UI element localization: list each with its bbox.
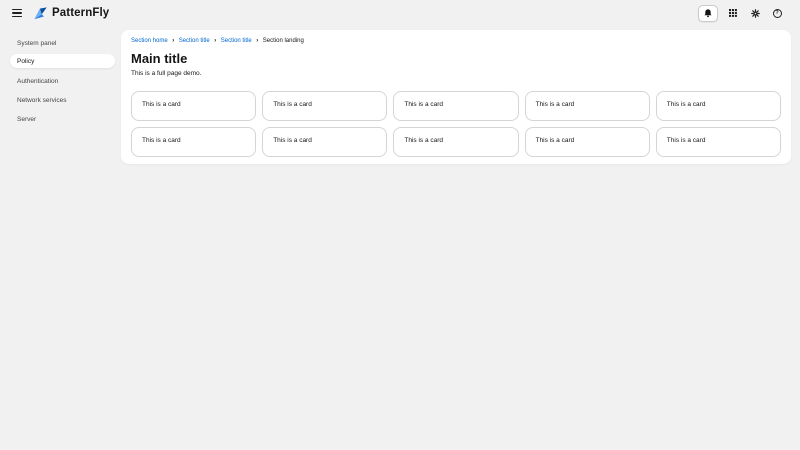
chevron-right-icon: ›: [172, 38, 175, 44]
sidebar-item-system-panel[interactable]: System panel: [0, 34, 121, 53]
gear-icon: [750, 8, 760, 18]
card[interactable]: This is a card: [393, 127, 519, 157]
breadcrumb-current-page: Section landing: [262, 38, 304, 44]
app-launcher-button[interactable]: [726, 6, 740, 20]
sidebar-nav: System panel Policy Authentication Netwo…: [0, 26, 121, 450]
sidebar-item-authentication[interactable]: Authentication: [0, 72, 121, 91]
card[interactable]: This is a card: [393, 91, 519, 121]
card[interactable]: This is a card: [524, 127, 650, 157]
card[interactable]: This is a card: [524, 91, 650, 121]
chevron-right-icon: ›: [256, 38, 259, 44]
grid-icon: [729, 9, 737, 17]
card[interactable]: This is a card: [655, 91, 781, 121]
bell-icon: [704, 8, 712, 17]
brand-name: PatternFly: [52, 7, 110, 19]
breadcrumb-link-section-title-1[interactable]: Section title: [179, 38, 210, 45]
masthead: PatternFly ?: [0, 0, 800, 26]
card[interactable]: This is a card: [131, 127, 257, 157]
breadcrumb-link-section-home[interactable]: Section home: [131, 38, 168, 45]
card[interactable]: This is a card: [131, 91, 257, 121]
page-subtitle: This is a full page demo.: [131, 70, 202, 77]
card[interactable]: This is a card: [262, 127, 388, 157]
page-title: Main title: [131, 51, 188, 66]
sidebar-item-server[interactable]: Server: [0, 110, 121, 129]
card-grid: This is a card This is a card This is a …: [131, 91, 781, 157]
masthead-actions: ?: [698, 4, 784, 22]
settings-button[interactable]: [748, 6, 762, 20]
help-button[interactable]: ?: [770, 6, 784, 20]
patternfly-logo-icon: [34, 7, 47, 20]
sidebar-item-network-services[interactable]: Network services: [0, 91, 121, 110]
chevron-right-icon: ›: [214, 38, 217, 44]
menu-toggle-icon[interactable]: [12, 9, 22, 17]
notifications-button[interactable]: [698, 4, 718, 22]
card[interactable]: This is a card: [262, 91, 388, 121]
main-content-panel: Section home › Section title › Section t…: [121, 30, 791, 164]
question-icon: ?: [772, 8, 782, 18]
breadcrumb-link-section-title-2[interactable]: Section title: [221, 38, 252, 45]
card[interactable]: This is a card: [655, 127, 781, 157]
brand: PatternFly: [33, 5, 109, 21]
breadcrumb: Section home › Section title › Section t…: [131, 38, 781, 45]
sidebar-item-policy[interactable]: Policy: [10, 54, 115, 68]
